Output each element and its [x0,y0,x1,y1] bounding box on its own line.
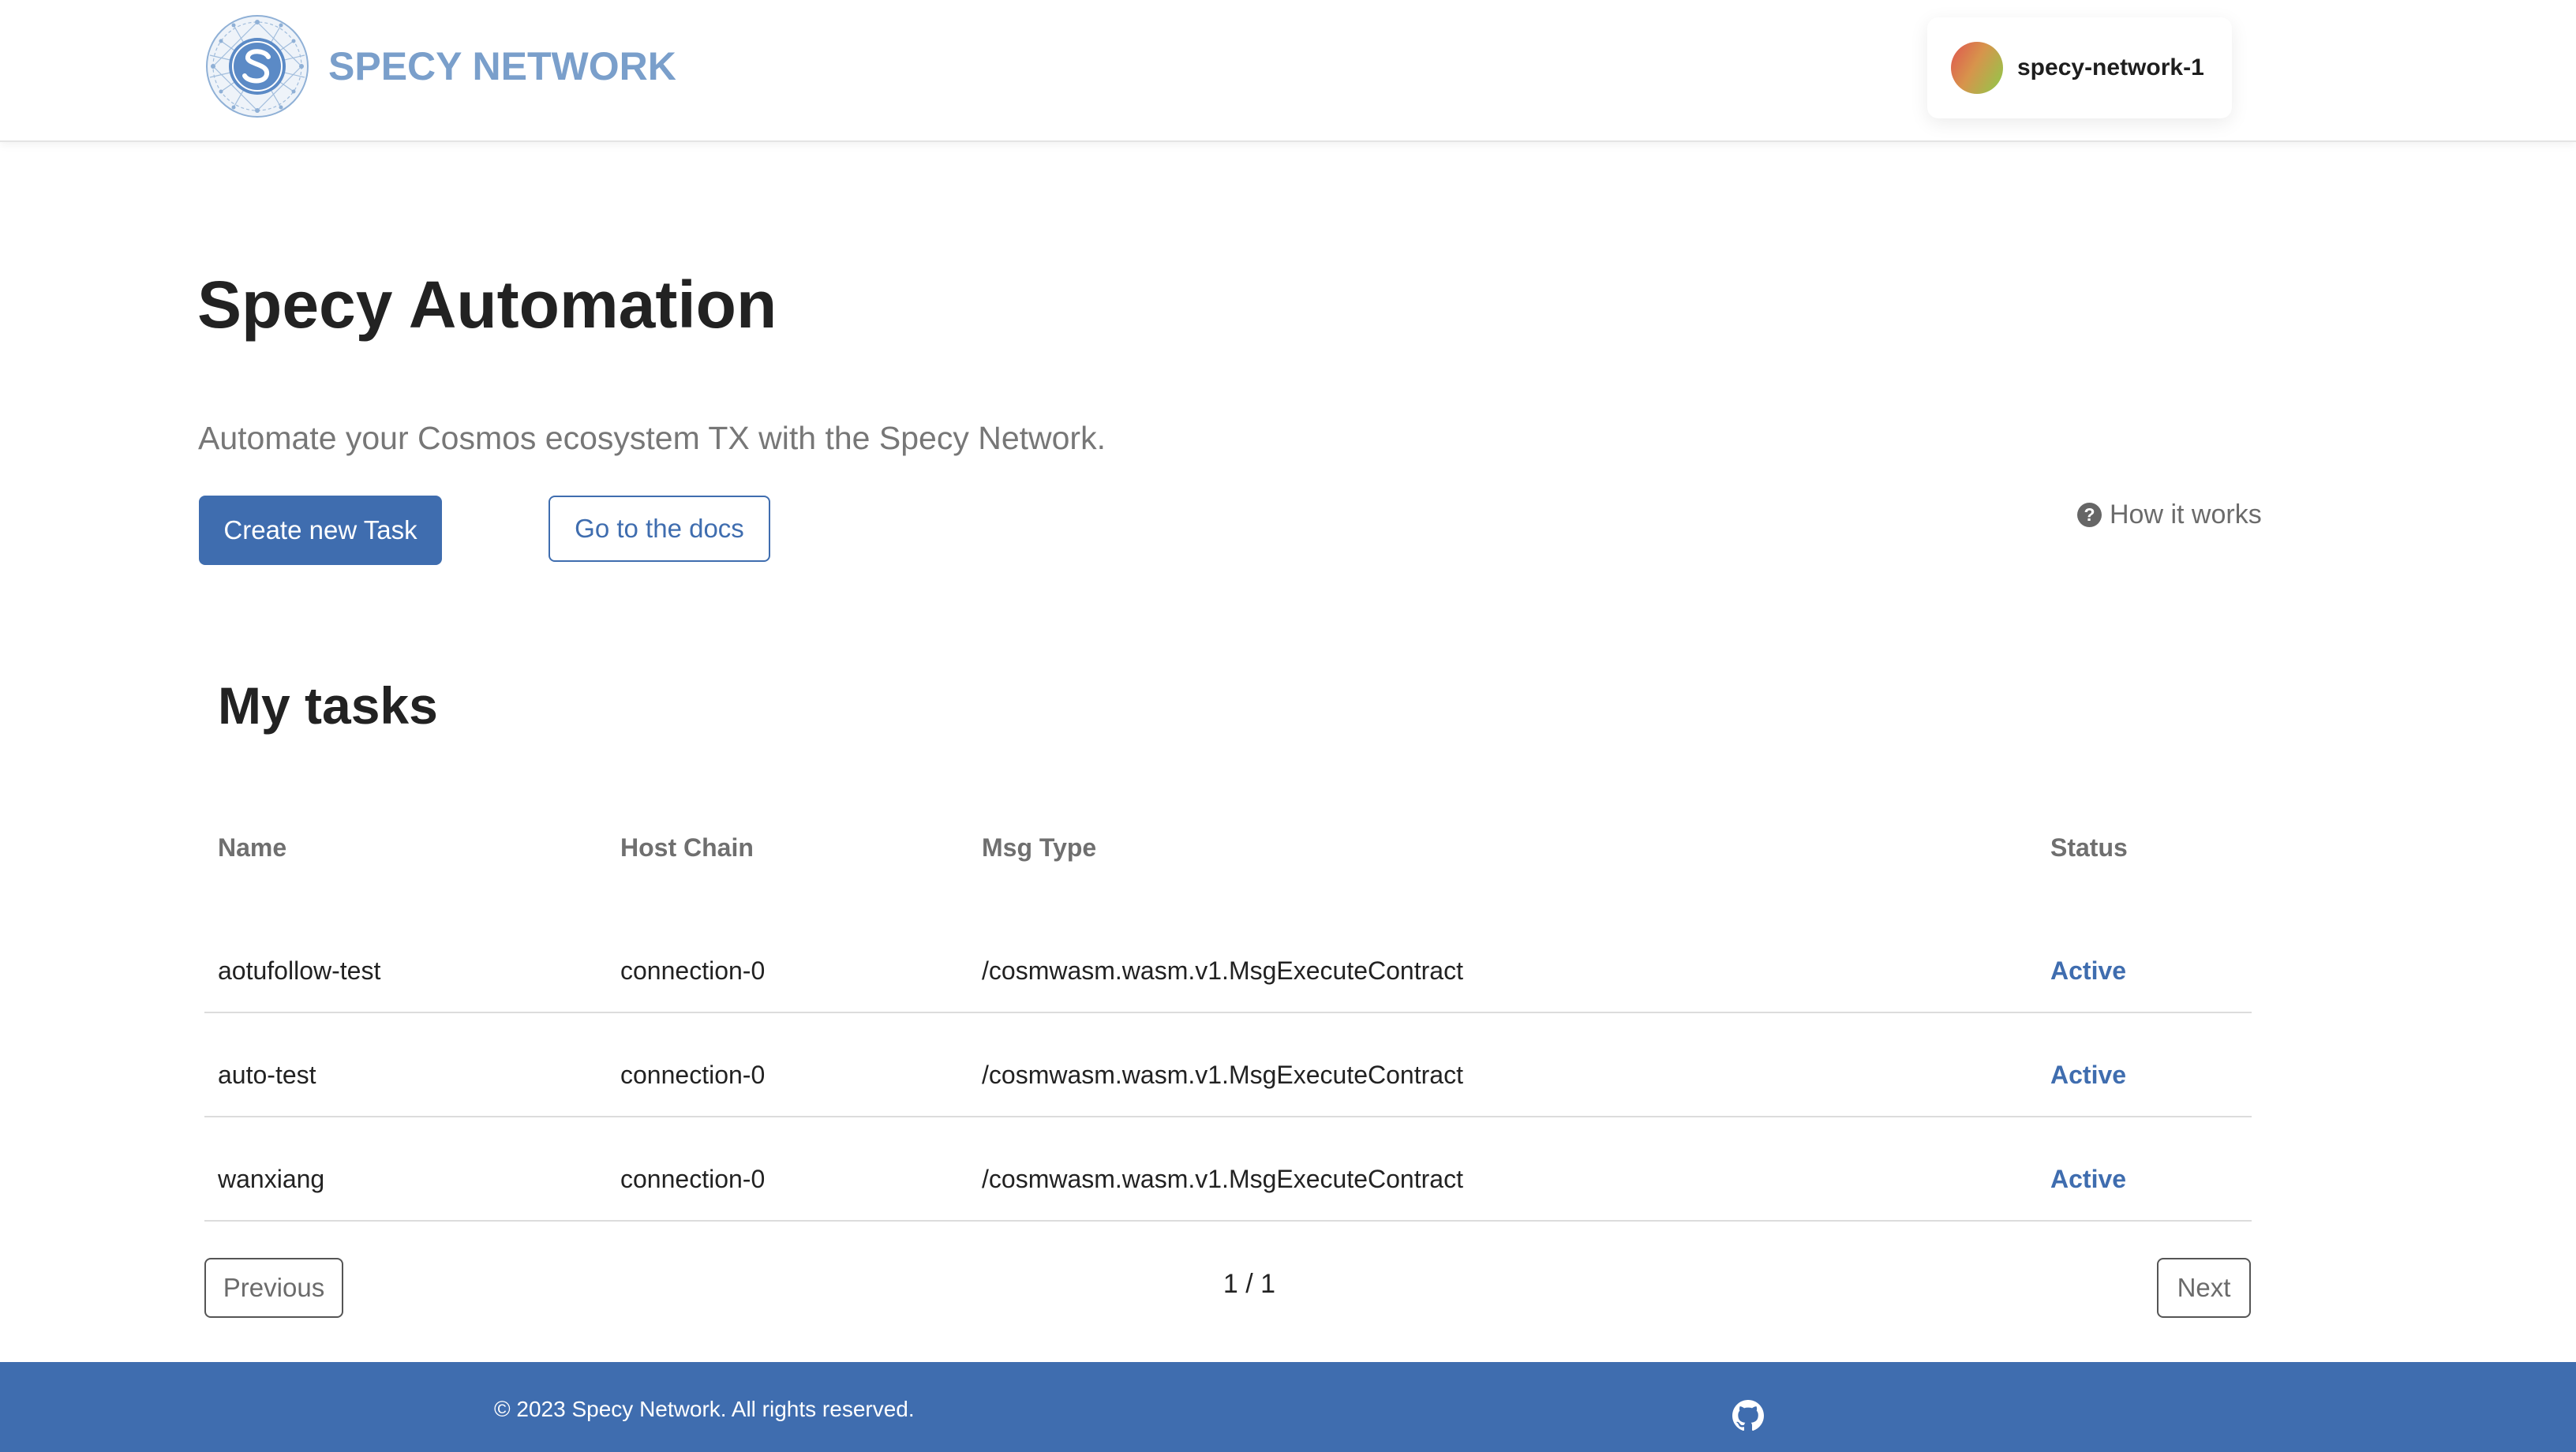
network-name: specy-network-1 [2017,54,2204,80]
page-footer: © 2023 Specy Network. All rights reserve… [0,1362,2576,1452]
network-selector[interactable]: specy-network-1 [1927,17,2232,118]
column-header-status: Status [2050,833,2128,862]
task-host-chain: connection-0 [620,1165,766,1193]
task-host-chain: connection-0 [620,956,766,985]
brand-logo[interactable]: SPECY NETWORK [204,13,676,120]
table-header-row: Name Host Chain Msg Type Status [204,821,2252,909]
copyright-text: © 2023 Specy Network. All rights reserve… [494,1397,915,1421]
task-host-chain: connection-0 [620,1061,766,1089]
task-status-link[interactable]: Active [2050,956,2126,986]
task-name: wanxiang [218,1165,325,1193]
docs-button[interactable]: Go to the docs [549,496,770,562]
tasks-section-title: My tasks [218,676,438,735]
tasks-table: Name Host Chain Msg Type Status aotufoll… [204,821,2252,1222]
table-row[interactable]: auto-test connection-0 /cosmwasm.wasm.v1… [204,1013,2252,1117]
task-status-link[interactable]: Active [2050,1061,2126,1090]
column-header-msg-type: Msg Type [982,833,1097,862]
table-row[interactable]: aotufollow-test connection-0 /cosmwasm.w… [204,909,2252,1013]
how-it-works-link[interactable]: ? How it works [2077,496,2262,533]
next-page-button[interactable]: Next [2157,1258,2251,1318]
how-it-works-label: How it works [2110,499,2262,530]
column-header-name: Name [218,833,287,862]
page-title: Specy Automation [197,268,777,342]
table-row[interactable]: wanxiang connection-0 /cosmwasm.wasm.v1.… [204,1117,2252,1222]
network-avatar-icon [1951,42,2003,94]
task-msg-type: /cosmwasm.wasm.v1.MsgExecuteContract [982,1165,1463,1193]
question-circle-icon: ? [2077,502,2102,527]
top-header: SPECY NETWORK specy-network-1 [0,0,2576,142]
task-name: aotufollow-test [218,956,381,985]
task-status-link[interactable]: Active [2050,1165,2126,1194]
task-name: auto-test [218,1061,316,1089]
brand-name: SPECY NETWORK [328,44,676,88]
column-header-host-chain: Host Chain [620,833,754,862]
specy-network-logo-icon [206,15,309,118]
create-task-button[interactable]: Create new Task [199,496,442,565]
task-msg-type: /cosmwasm.wasm.v1.MsgExecuteContract [982,1061,1463,1089]
task-msg-type: /cosmwasm.wasm.v1.MsgExecuteContract [982,956,1463,985]
github-icon[interactable] [1732,1400,1764,1431]
previous-page-button[interactable]: Previous [204,1258,343,1318]
page-subtitle: Automate your Cosmos ecosystem TX with t… [198,420,1106,456]
page-indicator: 1 / 1 [1222,1269,1276,1299]
